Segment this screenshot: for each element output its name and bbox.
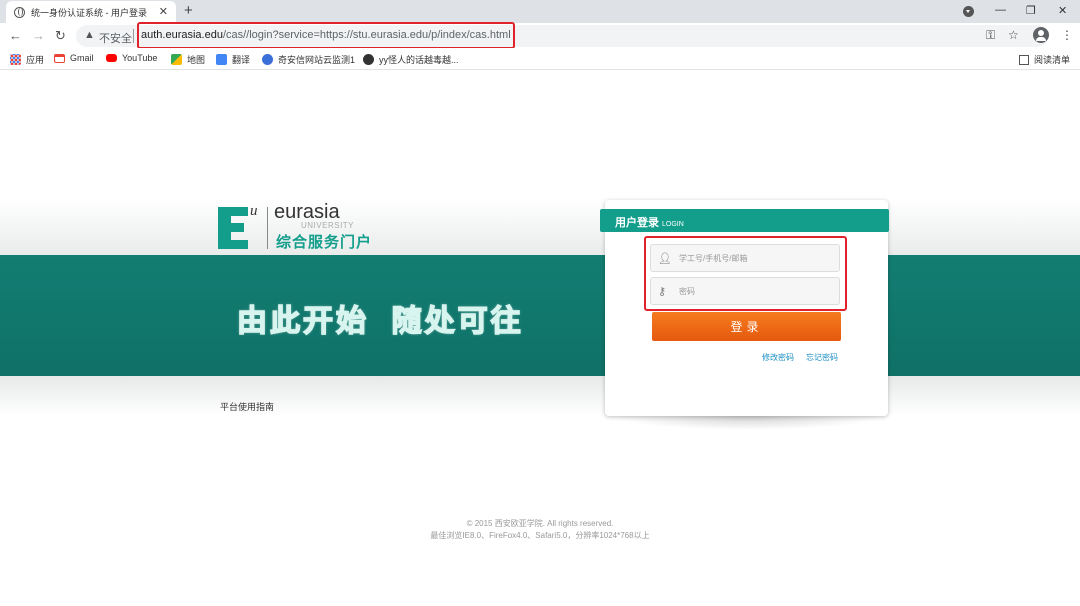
bookmark-qianxin[interactable]: 奇安信网站云监测1 <box>262 53 355 66</box>
forgot-password-link[interactable]: 忘记密码 <box>806 352 838 363</box>
apps-icon <box>10 54 21 65</box>
bookmarks-bar: 应用 Gmail YouTube 地图 翻译 奇安信网站云监测1 yy怪人的话越… <box>0 48 1080 70</box>
menu-icon[interactable]: ⋮ <box>1061 28 1073 42</box>
close-window-button[interactable]: ✕ <box>1058 4 1067 17</box>
restore-button[interactable]: ❐ <box>1026 4 1036 17</box>
youtube-icon <box>106 54 117 62</box>
globe-icon <box>14 6 25 18</box>
tab-close-icon[interactable]: ✕ <box>159 5 168 18</box>
tab-strip: 统一身份认证系统 - 用户登录 ✕ + — ❐ ✕ <box>0 0 1080 23</box>
new-tab-button[interactable]: + <box>184 2 193 19</box>
slogan: 由此开始 随处可往 <box>236 304 524 339</box>
footer-browsers: 最佳浏览IE8.0、FireFox4.0、Safari5.0，分辨率1024*7… <box>430 531 650 540</box>
maps-icon <box>171 54 182 65</box>
qianxin-icon <box>262 54 273 65</box>
banner-gradient-bottom <box>0 376 1080 416</box>
change-password-link[interactable]: 修改密码 <box>762 352 794 363</box>
bookmark-label: 应用 <box>26 55 45 65</box>
bookmark-apps[interactable]: 应用 <box>10 53 44 66</box>
bookmark-translate[interactable]: 翻译 <box>216 53 250 66</box>
bookmark-maps[interactable]: 地图 <box>171 53 205 66</box>
reading-list-button[interactable]: 阅读清单 <box>1018 53 1070 66</box>
portal-title: 综合服务门户 <box>276 234 373 251</box>
logo-u: u <box>250 203 258 219</box>
tab-title: 统一身份认证系统 - 用户登录 <box>31 7 147 18</box>
translate-icon <box>216 54 227 65</box>
bookmark-label: 翻译 <box>232 55 251 65</box>
login-title: 用户登录 LOGIN <box>615 214 684 230</box>
forward-icon[interactable]: → <box>32 28 45 43</box>
banner-band <box>0 255 1080 376</box>
login-button[interactable]: 登录 <box>652 312 841 341</box>
back-icon[interactable]: ← <box>9 28 22 43</box>
reading-list-label: 阅读清单 <box>1033 55 1070 65</box>
bookmark-youtube[interactable]: YouTube <box>106 53 157 63</box>
bookmark-label: 奇安信网站云监测1 <box>278 55 356 65</box>
bookmark-gmail[interactable]: Gmail <box>54 53 94 63</box>
browser-tab[interactable]: 统一身份认证系统 - 用户登录 ✕ <box>6 1 176 23</box>
login-title-en: LOGIN <box>662 221 684 228</box>
bookmark-label: 地图 <box>187 55 206 65</box>
gmail-icon <box>54 53 65 63</box>
security-label[interactable]: 不安全 <box>99 30 132 46</box>
bookmark-yy[interactable]: yy怪人的话越毒越... <box>363 53 459 66</box>
banner-gradient-top <box>0 198 1080 255</box>
reload-icon[interactable]: ↻ <box>55 28 66 44</box>
card-shadow <box>612 416 884 430</box>
logo-subtitle: UNIVERSITY <box>301 221 355 230</box>
divider <box>133 29 134 43</box>
chrome-profile-icon[interactable] <box>963 6 974 17</box>
account-icon[interactable] <box>1033 27 1049 43</box>
bookmark-label: YouTube <box>122 53 158 63</box>
minimize-button[interactable]: — <box>995 4 1006 16</box>
page-content: u eurasia UNIVERSITY 综合服务门户 由此开始 随处可往 平台… <box>0 70 1080 606</box>
footer-copyright: © 2015 西安欧亚学院. All rights reserved. <box>466 519 614 528</box>
logo-divider <box>267 207 268 249</box>
star-icon[interactable]: ☆ <box>1008 28 1019 42</box>
bookmark-label: yy怪人的话越毒越... <box>379 55 459 65</box>
input-highlight-box <box>644 236 847 311</box>
yy-icon <box>363 54 374 65</box>
logo-e-icon <box>218 207 248 249</box>
url-highlight-box <box>137 22 515 49</box>
key-icon[interactable]: ⚿ <box>986 28 995 43</box>
login-title-cn: 用户登录 <box>615 217 659 229</box>
reading-list-icon <box>1018 54 1029 65</box>
bookmark-label: Gmail <box>70 53 94 63</box>
warning-icon[interactable]: ▲ <box>84 29 95 41</box>
platform-guide-link[interactable]: 平台使用指南 <box>220 400 274 413</box>
